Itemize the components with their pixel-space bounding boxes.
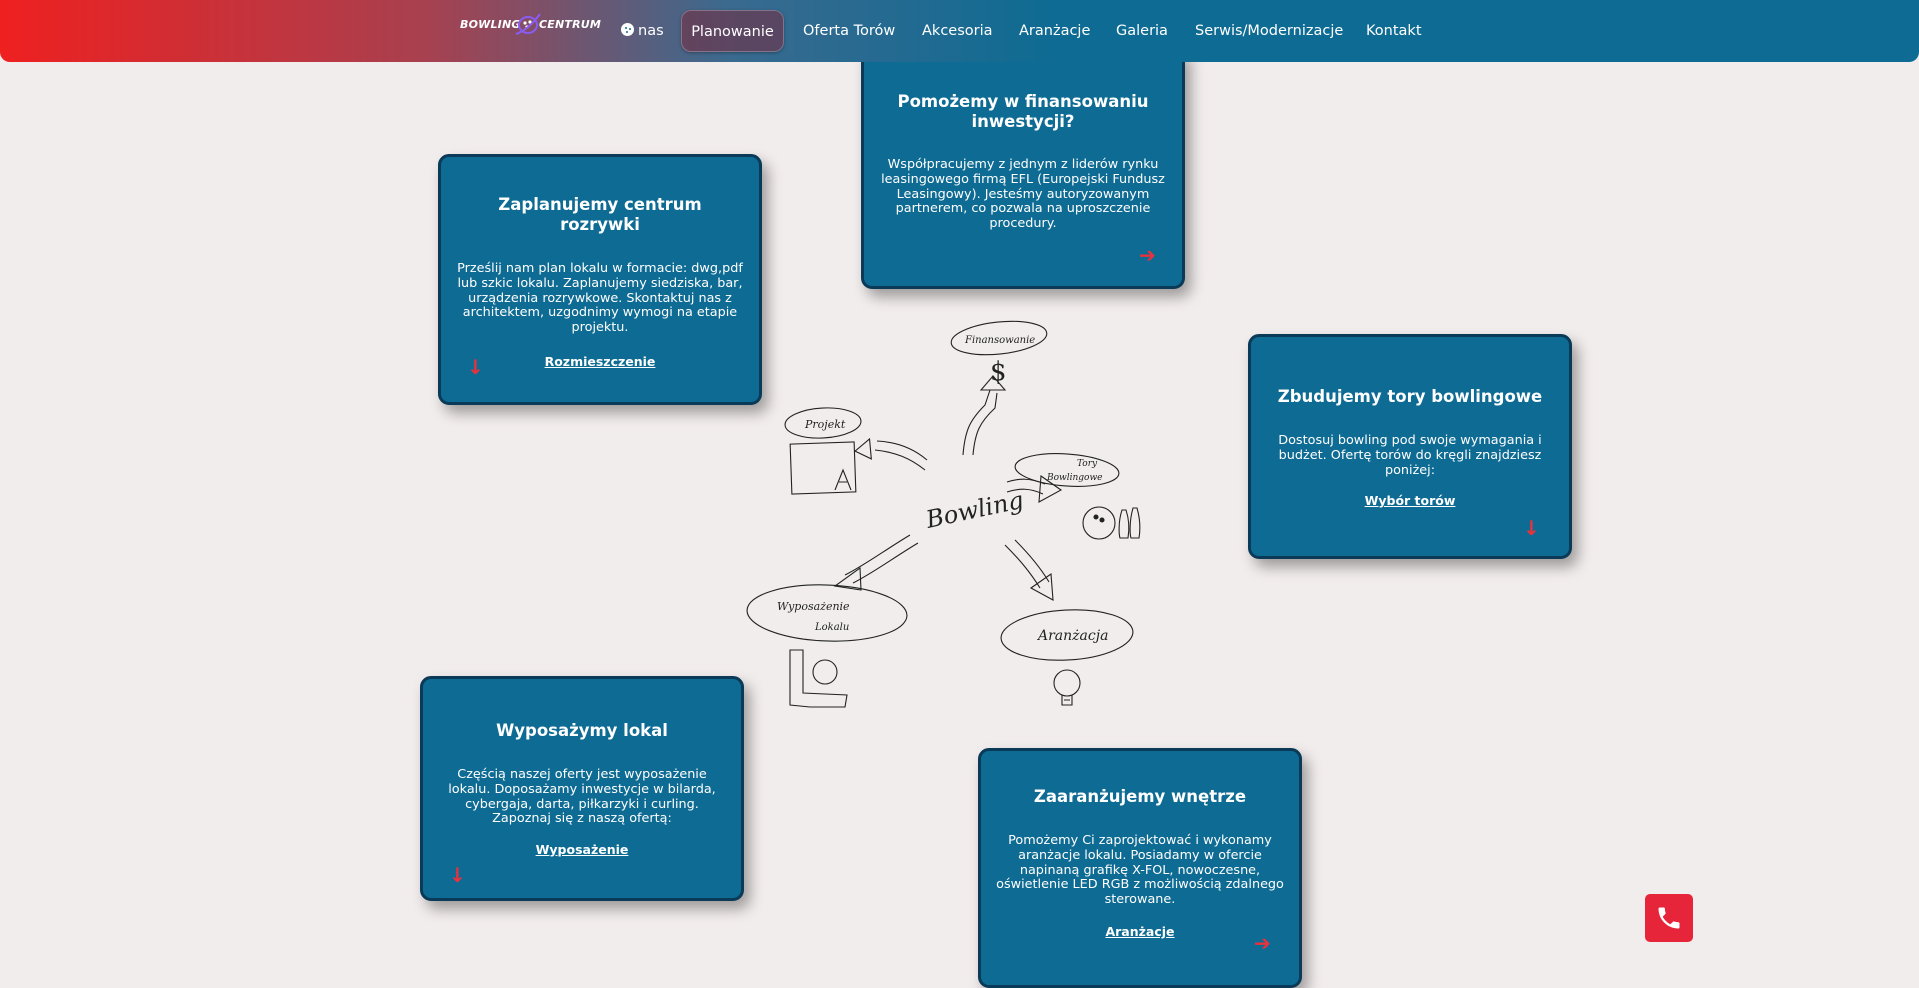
link-lane-choice[interactable]: Wybór torów <box>1251 493 1569 508</box>
nav-gallery[interactable]: Galeria <box>1116 10 1168 52</box>
card-interior-text: Pomożemy Ci zaprojektować i wykonamy ara… <box>996 833 1284 908</box>
sketch-arrangement-label: Aranżacja <box>1036 628 1108 644</box>
sketch-project-label: Projekt <box>804 418 846 431</box>
card-lanes-text: Dostosuj bowling pod swoje wymagania i b… <box>1278 433 1542 478</box>
card-financing: Pomożemy w finansowaniu inwestycji? Wspó… <box>861 50 1185 289</box>
call-button[interactable] <box>1645 894 1693 942</box>
lightbulb-icon <box>1053 669 1081 697</box>
bowling-logo-icon <box>515 13 541 35</box>
link-arrangements[interactable]: Aranżacje <box>981 924 1299 939</box>
card-interior-title: Zaaranżujemy wnętrze <box>1033 787 1247 806</box>
nav-lanes-offer[interactable]: Oferta Torów <box>803 10 895 52</box>
card-planning-text: Prześlij nam plan lokalu w formacie: dwg… <box>457 261 743 336</box>
bowling-pin-icon <box>1118 509 1130 539</box>
nav-arrangements[interactable]: Aranżacje <box>1019 10 1090 52</box>
sketch-equipment-label-1: Wyposażenie <box>777 600 850 613</box>
card-planning-title: Zaplanujemy centrum rozrywki <box>498 195 702 234</box>
couch-icon <box>789 649 848 708</box>
cookie-icon <box>621 23 634 36</box>
card-lanes-title: Zbudujemy tory bowlingowe <box>1277 387 1543 406</box>
nav-accessories[interactable]: Akcesoria <box>922 10 993 52</box>
card-planning: Zaplanujemy centrum rozrywki Prześlij na… <box>438 154 762 405</box>
arrow-down-icon[interactable]: ↓ <box>1523 518 1540 538</box>
nav-service[interactable]: Serwis/Modernizacje <box>1195 10 1343 52</box>
arrow-right-icon[interactable]: ➔ <box>1254 933 1271 953</box>
sketch-lanes-label-2: Bowlingowe <box>1046 473 1103 483</box>
arrow-right-icon[interactable]: ➔ <box>1139 245 1156 265</box>
card-financing-title: Pomożemy w finansowaniu inwestycji? <box>897 92 1149 131</box>
sketch-center-label: Bowling <box>923 486 1026 534</box>
sketch-finance-label: Finansowanie <box>964 335 1035 346</box>
card-equipment-title: Wyposażymy lokal <box>496 721 668 740</box>
nav-planning[interactable]: Planowanie <box>681 10 784 52</box>
card-financing-text: Współpracujemy z jednym z liderów rynku … <box>881 157 1165 232</box>
link-equipment[interactable]: Wyposażenie <box>423 842 741 857</box>
card-equipment: Wyposażymy lokal Częścią naszej oferty j… <box>420 676 744 901</box>
top-navbar: BOWLING CENTRUM nas Planowanie Oferta To… <box>0 0 1919 62</box>
sketch-lanes-label-1: Tory <box>1077 459 1098 469</box>
link-placement[interactable]: Rozmieszczenie <box>441 354 759 369</box>
bowling-mindmap-sketch: Bowling Finansowanie $ Projekt Tory Bowl… <box>746 320 1141 708</box>
nav-contact[interactable]: Kontakt <box>1366 10 1422 52</box>
table-icon <box>812 659 838 685</box>
card-lanes: Zbudujemy tory bowlingowe Dostosuj bowli… <box>1248 334 1572 559</box>
card-interior: Zaaranżujemy wnętrze Pomożemy Ci zaproje… <box>978 748 1302 988</box>
site-logo[interactable]: BOWLING CENTRUM <box>460 13 601 42</box>
nav-about[interactable]: nas <box>621 10 664 52</box>
arrow-down-icon[interactable]: ↓ <box>467 357 484 377</box>
card-equipment-text: Częścią naszej oferty jest wyposażenie l… <box>448 767 716 827</box>
phone-icon <box>1658 907 1680 929</box>
arrow-down-icon[interactable]: ↓ <box>449 865 466 885</box>
card-equipment-text2: Zapoznaj się z naszą ofertą: <box>492 811 672 827</box>
sketch-equipment-label-2: Lokalu <box>814 622 849 633</box>
bowling-ball-icon <box>1082 506 1116 540</box>
